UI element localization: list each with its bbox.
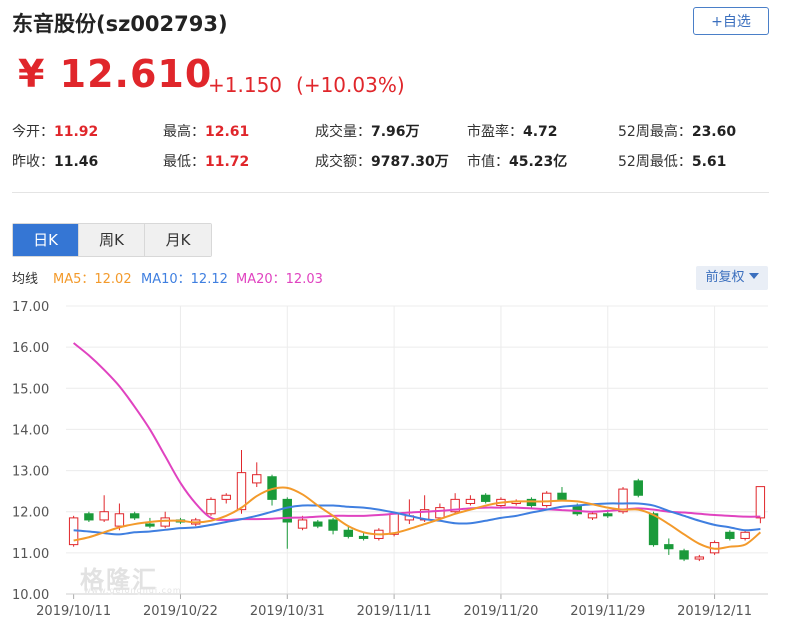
candle-body	[389, 513, 399, 535]
candle-body	[129, 513, 140, 519]
candle-body	[160, 517, 170, 527]
candle-body	[236, 472, 247, 511]
candle-body	[358, 535, 369, 539]
watermark-url: www.gelonghui.com	[84, 586, 182, 595]
candle-body	[542, 492, 552, 507]
candle-body	[603, 513, 613, 517]
y-tick-label: 17.00	[12, 300, 49, 315]
x-tick-label: 2019/11/20	[463, 604, 538, 619]
candle-body	[252, 474, 262, 484]
candle-body	[480, 494, 491, 502]
candle-body	[572, 505, 582, 515]
y-tick-label: 12.00	[12, 506, 49, 521]
y-tick-label: 10.00	[12, 588, 49, 603]
candle-body	[84, 513, 94, 521]
x-tick-label: 2019/10/31	[250, 604, 325, 619]
candle-body	[694, 556, 705, 560]
candle-body	[526, 498, 537, 507]
y-tick-label: 15.00	[12, 382, 49, 397]
candle-body	[145, 523, 155, 527]
candle-body	[755, 486, 766, 519]
candle-body	[99, 511, 109, 521]
candle-body	[648, 513, 659, 546]
candle-body	[313, 521, 323, 527]
kline-chart: 17.00 16.00 15.00 14.00 13.00 12.00 11.00 10.00…	[12, 300, 768, 619]
candle-body	[633, 480, 643, 496]
candle-body	[557, 492, 567, 500]
candle-body	[465, 498, 476, 504]
candle-body	[587, 513, 598, 519]
x-tick-label: 2019/10/11	[36, 604, 111, 619]
candle-body	[679, 550, 689, 560]
x-tick-label: 2019/10/22	[143, 604, 218, 619]
candle-body	[114, 513, 125, 527]
ma20-line	[73, 342, 761, 521]
candle-body	[435, 507, 445, 519]
x-tick-label: 2019/12/11	[677, 604, 752, 619]
x-tick-label: 2019/11/11	[357, 604, 432, 619]
candle-body	[343, 529, 354, 537]
y-tick-label: 13.00	[12, 465, 49, 480]
y-tick-label: 11.00	[12, 547, 49, 562]
y-tick-label: 14.00	[12, 423, 49, 438]
y-tick-label: 16.00	[12, 341, 49, 356]
candle-body	[221, 494, 231, 500]
candle-body	[297, 519, 308, 529]
candle-body	[328, 519, 338, 531]
candle-body	[206, 498, 216, 515]
candle-body	[664, 544, 674, 550]
candle-body	[740, 531, 750, 539]
x-tick-label: 2019/11/29	[570, 604, 645, 619]
candle-body	[725, 531, 735, 539]
candle-body	[618, 488, 628, 513]
